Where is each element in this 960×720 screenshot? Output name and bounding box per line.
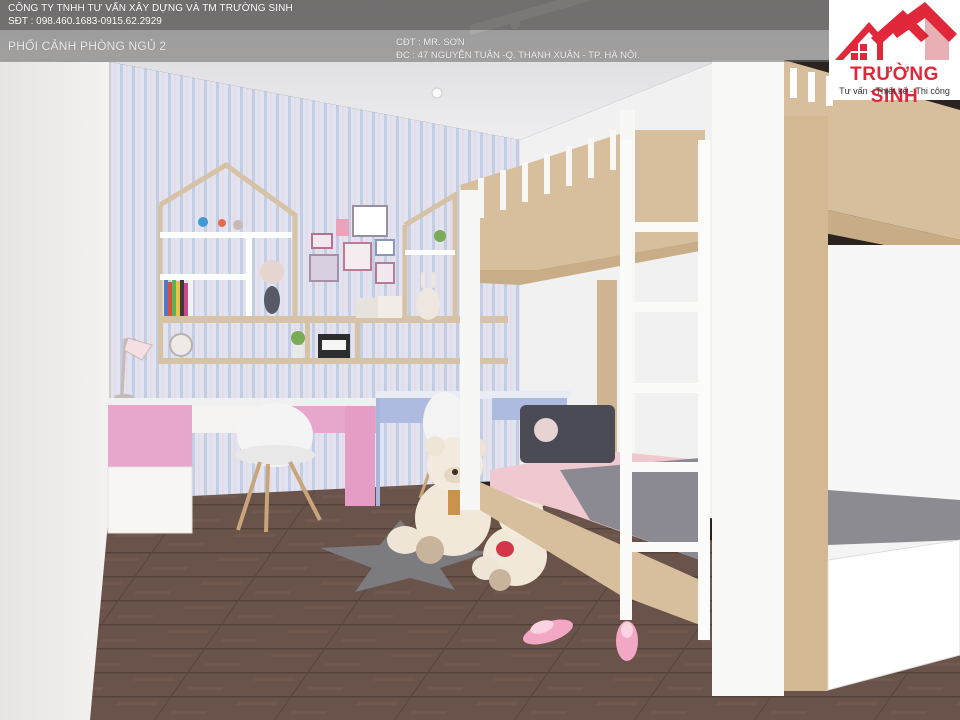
company-logo: TRƯỜNG SINH Tư vấn - Thiết kế - Thi công — [829, 0, 960, 107]
bedroom-scene — [0, 0, 960, 720]
company-phone: SĐT : 098.460.1683-0915.62.2929 — [8, 16, 162, 27]
address-line: ĐC : 47 NGUYỄN TUÂN -Q. THANH XUÂN - TP.… — [396, 50, 640, 61]
left-wall — [0, 60, 110, 720]
company-name: CÔNG TY TNHH TƯ VẤN XÂY DỰNG VÀ TM TRƯỜN… — [8, 3, 293, 14]
ceiling-light — [431, 87, 443, 99]
bunk-bed-front — [712, 60, 960, 696]
roof-logo-icon — [835, 2, 957, 60]
logo-tagline: Tư vấn - Thiết kế - Thi công — [839, 86, 950, 96]
view-title: PHỐI CẢNH PHÒNG NGỦ 2 — [8, 39, 167, 53]
owner-line: CĐT : MR. SƠN — [396, 37, 465, 48]
